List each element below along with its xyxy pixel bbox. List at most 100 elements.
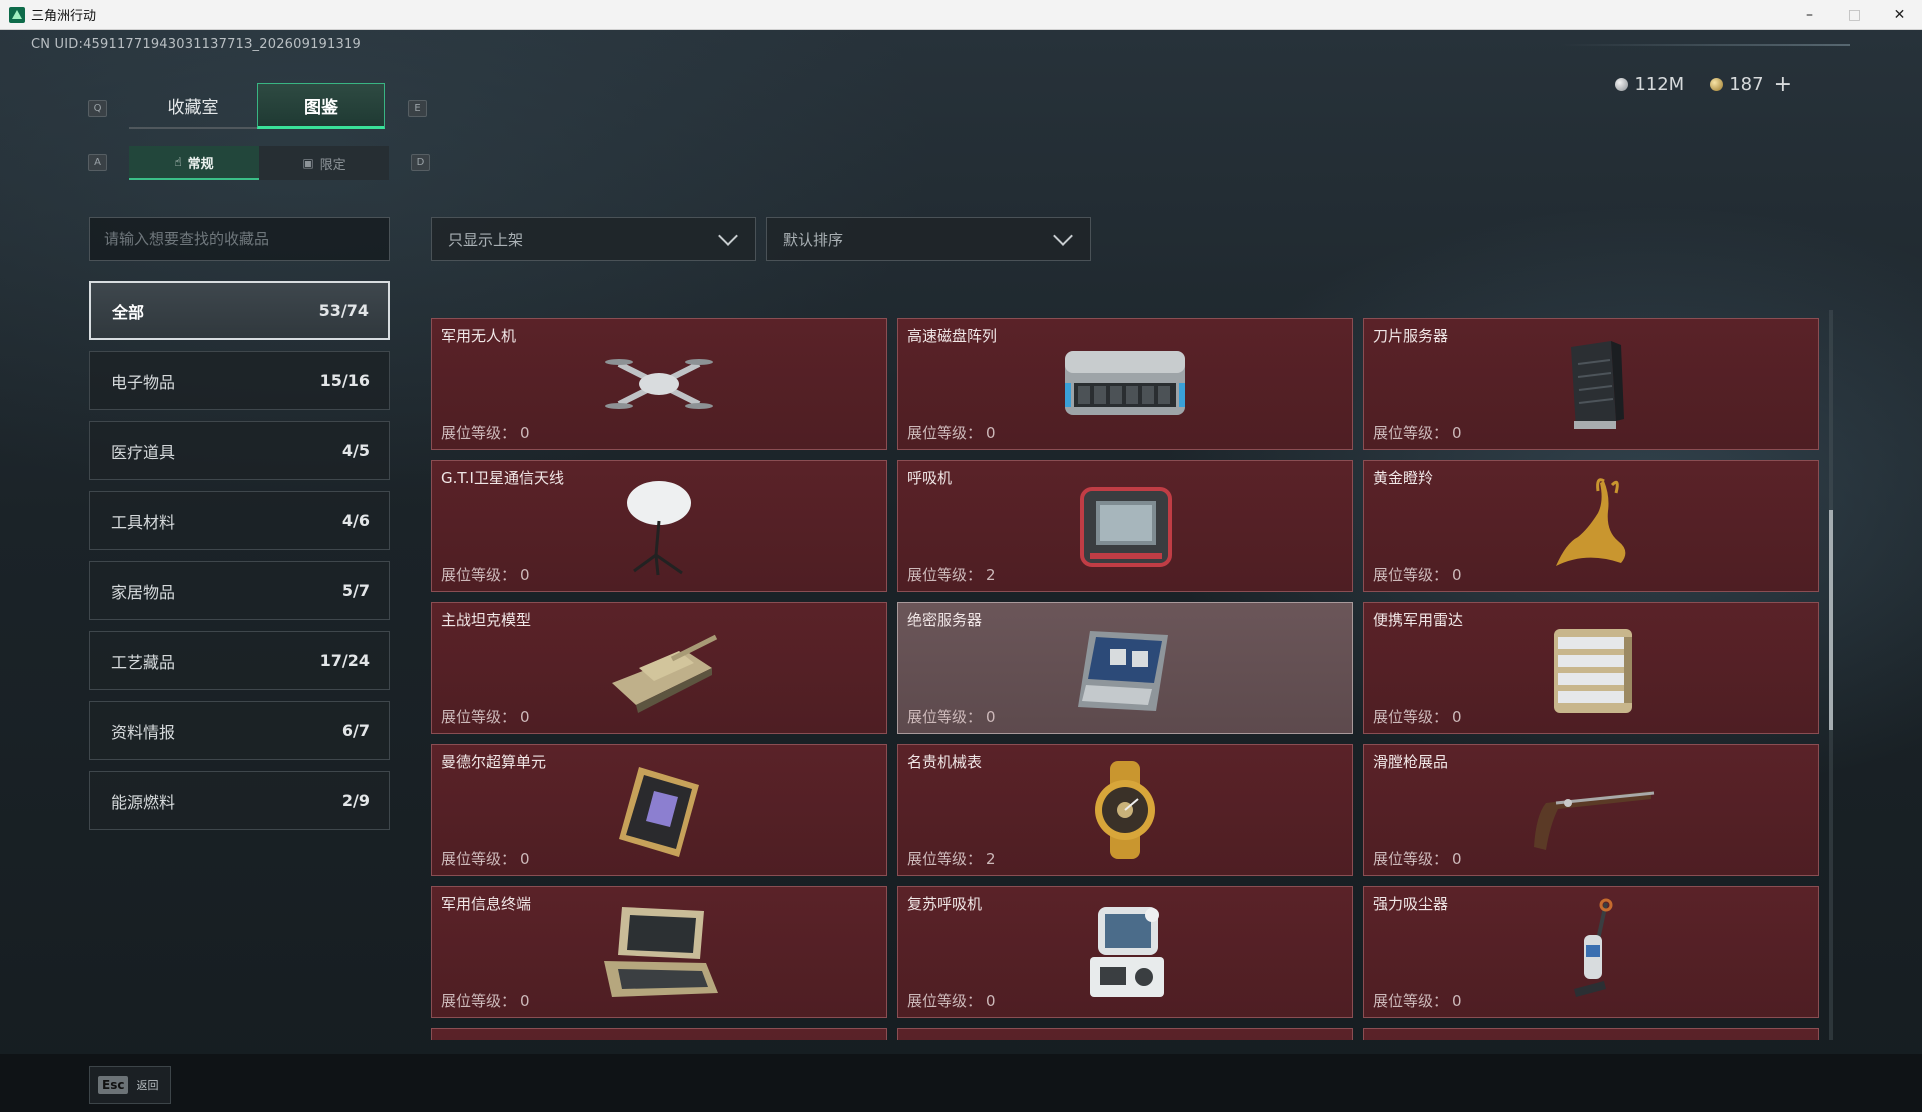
app-logo-icon (9, 6, 25, 23)
tab-collection-room[interactable]: 收藏室 (129, 83, 257, 129)
category-tools[interactable]: 工具材料 4/6 (89, 491, 390, 550)
item-card[interactable]: 军用信息终端 展位等级： 0 (431, 886, 887, 1018)
category-household[interactable]: 家居物品 5/7 (89, 561, 390, 620)
category-all[interactable]: 全部 53/74 (89, 281, 390, 340)
scroll-thumb[interactable] (1829, 510, 1833, 730)
golden-gazelle-icon (1556, 478, 1626, 566)
satellite-dish-icon (627, 481, 691, 576)
level-value: 0 (1452, 566, 1462, 584)
item-name: 便携军用雷达 (1373, 611, 1464, 629)
level-value: 0 (1452, 850, 1462, 868)
item-card[interactable]: 滑膛枪展品 展位等级： 0 (1363, 744, 1819, 876)
level-label: 展位等级： (907, 850, 983, 868)
category-crafts[interactable]: 工艺藏品 17/24 (89, 631, 390, 690)
esc-keycap: Esc (98, 1076, 129, 1094)
minimize-button[interactable]: – (1787, 0, 1832, 30)
item-card[interactable]: 曼德尔超算单元 展位等级： 0 (431, 744, 887, 876)
level-label: 展位等级： (1373, 850, 1449, 868)
category-count: 2/9 (341, 791, 370, 810)
gold-balance: 187 + (1710, 72, 1792, 97)
item-level: 展位等级： 2 (907, 848, 996, 869)
level-value: 0 (986, 992, 996, 1010)
item-card[interactable]: G.T.I卫星通信天线 展位等级： 0 (431, 460, 887, 592)
item-card[interactable]: 绝密服务器 展位等级： 0 (897, 602, 1353, 734)
item-name: 强力吸尘器 (1373, 895, 1449, 913)
item-card-partial[interactable] (897, 1028, 1353, 1040)
level-label: 展位等级： (907, 424, 983, 442)
key-hint-q: Q (88, 100, 107, 117)
item-card-partial[interactable] (431, 1028, 887, 1040)
level-label: 展位等级： (1373, 424, 1449, 442)
sort-value: 默认排序 (783, 230, 844, 249)
silver-coin-icon (1615, 78, 1629, 91)
musket-icon (1534, 791, 1655, 850)
resuscitator-icon (1090, 907, 1164, 997)
blade-server-icon (1571, 341, 1624, 429)
item-name: 曼德尔超算单元 (441, 753, 547, 771)
level-value: 0 (986, 708, 996, 726)
level-label: 展位等级： (1373, 708, 1449, 726)
disk-array-icon (1065, 351, 1185, 415)
item-card[interactable]: 强力吸尘器 展位等级： 0 (1363, 886, 1819, 1018)
item-card[interactable]: 便携军用雷达 展位等级： 0 (1363, 602, 1819, 734)
portable-radar-icon (1554, 629, 1632, 713)
silver-balance: 112M (1615, 74, 1684, 95)
item-level: 展位等级： 0 (1373, 848, 1462, 869)
item-card[interactable]: 呼吸机 展位等级： 2 (897, 460, 1353, 592)
category-list: 全部 53/74 电子物品 15/16 医疗道具 4/5 工具材料 4/6 家居… (89, 281, 390, 841)
close-button[interactable]: ✕ (1877, 0, 1922, 30)
item-level: 展位等级： 0 (441, 564, 530, 585)
category-count: 6/7 (341, 721, 370, 740)
item-card[interactable]: 名贵机械表 展位等级： 2 (897, 744, 1353, 876)
collectible-grid: 军用无人机 展位等级： 0 高速磁盘阵列 展位等级： 0 刀片服务器 展位等级：… (431, 318, 1821, 1040)
category-electronics[interactable]: 电子物品 15/16 (89, 351, 390, 410)
sub-tabs: ☝ 常规 ▣ 限定 (129, 146, 389, 180)
level-value: 0 (1452, 424, 1462, 442)
add-currency-button[interactable]: + (1774, 72, 1792, 97)
level-label: 展位等级： (441, 708, 517, 726)
sort-dropdown[interactable]: 默认排序 (766, 217, 1091, 261)
category-name: 工艺藏品 (111, 652, 176, 672)
item-name: 复苏呼吸机 (907, 895, 983, 913)
grid-scrollbar[interactable] (1829, 310, 1833, 1040)
back-button[interactable]: Esc 返回 (89, 1066, 171, 1104)
item-card[interactable]: 复苏呼吸机 展位等级： 0 (897, 886, 1353, 1018)
silver-amount: 112M (1634, 74, 1685, 95)
item-level: 展位等级： 2 (907, 564, 996, 585)
category-name: 医疗道具 (111, 442, 176, 462)
item-card-partial[interactable] (1363, 1028, 1819, 1040)
level-value: 0 (520, 708, 530, 726)
item-card[interactable]: 军用无人机 展位等级： 0 (431, 318, 887, 450)
tab-catalog[interactable]: 图鉴 (257, 83, 385, 129)
level-value: 2 (986, 566, 996, 584)
level-label: 展位等级： (907, 708, 983, 726)
subtab-regular-label: 常规 (187, 156, 214, 172)
category-medical[interactable]: 医疗道具 4/5 (89, 421, 390, 480)
item-level: 展位等级： 0 (441, 706, 530, 727)
item-name: G.T.I卫星通信天线 (441, 469, 564, 487)
level-label: 展位等级： (441, 992, 517, 1010)
level-value: 0 (986, 424, 996, 442)
category-name: 能源燃料 (111, 792, 176, 812)
item-card[interactable]: 黄金瞪羚 展位等级： 0 (1363, 460, 1819, 592)
search-input[interactable] (89, 217, 390, 261)
item-name: 主战坦克模型 (441, 611, 532, 629)
level-label: 展位等级： (441, 850, 517, 868)
level-value: 0 (520, 424, 530, 442)
key-hint-e: E (408, 100, 427, 117)
item-card[interactable]: 刀片服务器 展位等级： 0 (1363, 318, 1819, 450)
key-hint-a: A (88, 154, 107, 171)
category-fuel[interactable]: 能源燃料 2/9 (89, 771, 390, 830)
tank-model-icon (612, 634, 718, 713)
item-card[interactable]: 高速磁盘阵列 展位等级： 0 (897, 318, 1353, 450)
display-filter-dropdown[interactable]: 只显示上架 (431, 217, 756, 261)
maximize-button[interactable]: □ (1832, 0, 1877, 30)
subtab-limited[interactable]: ▣ 限定 (259, 146, 389, 180)
category-intel[interactable]: 资料情报 6/7 (89, 701, 390, 760)
level-value: 0 (520, 566, 530, 584)
item-card[interactable]: 主战坦克模型 展位等级： 0 (431, 602, 887, 734)
supercompute-unit-icon (619, 767, 699, 857)
category-name: 资料情报 (111, 722, 176, 742)
level-value: 0 (520, 850, 530, 868)
subtab-regular[interactable]: ☝ 常规 (129, 146, 259, 180)
